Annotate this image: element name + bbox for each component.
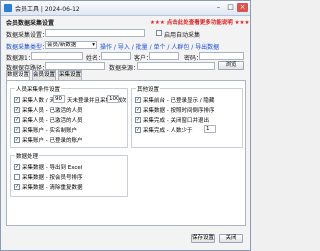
- option-sort-time-checkbox[interactable]: ✓: [135, 106, 141, 113]
- option-realname-label: 采集账户 - 实名制账户: [22, 128, 77, 134]
- option-dedupe-label: 采集数据 - 清除重复数据: [22, 185, 83, 191]
- option-active-1-checkbox[interactable]: ✓: [14, 106, 20, 113]
- data-source-label: 数据来源：: [109, 65, 140, 72]
- person-conditions-group: 人员采集条件设置 ✓ 采集人数 / 天数 90 天未登录并且采集次数 100 次 …: [10, 85, 128, 148]
- data-source-input[interactable]: [137, 62, 215, 70]
- times-input[interactable]: 100: [107, 95, 119, 103]
- option-show-hide-label: 采集前台 - 已登录显示 / 隐藏: [143, 98, 215, 104]
- auto-collect-checkbox[interactable]: [156, 30, 162, 36]
- close-button[interactable]: 关闭: [219, 234, 243, 243]
- auto-collect-label: 启用自动采集: [164, 32, 201, 39]
- option-dedupe[interactable]: ✓ 采集数据 - 清除重复数据: [14, 183, 82, 191]
- app-window: 会员工具 | 2024-06-12 – □ × 会员数据采集设置 ★★★ 点击此…: [0, 0, 251, 251]
- option-days-checkbox[interactable]: ✓: [14, 96, 20, 103]
- person-conditions-title: 人员采集条件设置: [15, 85, 62, 93]
- app-icon: [4, 4, 12, 12]
- chevron-down-icon: ▾: [92, 42, 95, 48]
- tab-member-settings[interactable]: 会员设置: [32, 70, 56, 80]
- collect-setting-input[interactable]: [45, 29, 145, 37]
- data-processing-title: 数据处理: [15, 152, 40, 160]
- option-active-1[interactable]: ✓ 采集人员 - 已激活的人员: [14, 106, 82, 114]
- source1-input[interactable]: [31, 52, 83, 60]
- option-logged-label: 采集账户 - 已登录的账户: [22, 138, 83, 144]
- other-settings-title: 其他设置: [136, 85, 161, 93]
- collect-type-select[interactable]: 会员/新数据 ▾: [45, 41, 97, 49]
- times-suffix: 次: [121, 98, 127, 104]
- option-close-exit-checkbox[interactable]: ✓: [135, 116, 141, 123]
- option-sort-member-label: 采集数据 - 按会员号排序: [22, 175, 83, 181]
- option-active-2-checkbox[interactable]: ✓: [14, 116, 20, 123]
- collect-type-value: 会员/新数据: [47, 42, 77, 48]
- option-close-exit-label: 采集完成 - 关闭窗口并退出: [143, 118, 209, 124]
- client-input[interactable]: [149, 52, 179, 60]
- option-dedupe-checkbox[interactable]: ✓: [14, 183, 20, 190]
- min-count-input[interactable]: 1: [204, 125, 216, 133]
- save-path-input[interactable]: [45, 62, 105, 70]
- option-show-hide-checkbox[interactable]: ✓: [135, 96, 141, 103]
- option-active-2-label: 采集人员 - 已激活的人员: [22, 118, 83, 124]
- option-active-2[interactable]: ✓ 采集人员 - 已激活的人员: [14, 116, 82, 124]
- window-title: 会员工具 | 2024-06-12: [15, 6, 80, 13]
- option-export-checkbox[interactable]: ✓: [14, 163, 20, 170]
- option-realname-checkbox[interactable]: ✓: [14, 126, 20, 133]
- option-sort-time[interactable]: ✓ 采集数据 - 按照时间倒序排序: [135, 106, 214, 114]
- tab-panel: 人员采集条件设置 ✓ 采集人数 / 天数 90 天未登录并且采集次数 100 次 …: [6, 80, 246, 226]
- option-sort-member-checkbox[interactable]: [14, 173, 20, 180]
- title-bar: 会员工具 | 2024-06-12 – □ ×: [1, 1, 250, 16]
- source1-label: 数据源1：: [6, 55, 34, 62]
- collect-type-label: 数据采集类型：: [6, 44, 49, 51]
- option-sort-member[interactable]: 采集数据 - 按会员号排序: [14, 173, 82, 181]
- option-export[interactable]: ✓ 采集数据 - 导出到 Excel: [14, 163, 82, 171]
- option-close-exit[interactable]: ✓ 采集完成 - 关闭窗口并退出: [135, 116, 209, 124]
- option-min-count-checkbox[interactable]: ✓: [135, 126, 141, 133]
- option-sort-time-label: 采集数据 - 按照时间倒序排序: [143, 108, 215, 114]
- password-input[interactable]: [199, 52, 244, 60]
- close-icon[interactable]: ×: [237, 3, 248, 12]
- collect-type-links[interactable]: 操作 / 导入 / 批量 / 单个 / 人群包 / 导出数据: [100, 42, 219, 51]
- browse-button[interactable]: 浏览: [218, 61, 244, 70]
- name-input[interactable]: [101, 52, 131, 60]
- maximize-icon[interactable]: □: [225, 3, 236, 12]
- option-active-1-label: 采集人员 - 已激活的人员: [22, 108, 83, 114]
- option-show-hide[interactable]: ✓ 采集前台 - 已登录显示 / 隐藏: [135, 96, 214, 104]
- save-settings-button[interactable]: 保存设置: [191, 234, 215, 243]
- collect-setting-label: 数据采集设置：: [6, 32, 49, 39]
- option-export-label: 采集数据 - 导出到 Excel: [22, 165, 83, 171]
- other-settings-group: 其他设置 ✓ 采集前台 - 已登录显示 / 隐藏 ✓ 采集数据 - 按照时间倒序排序…: [131, 85, 243, 148]
- days-input[interactable]: 90: [53, 95, 65, 103]
- option-realname[interactable]: ✓ 采集账户 - 实名制账户: [14, 126, 77, 134]
- minimize-icon[interactable]: –: [213, 3, 224, 12]
- data-processing-group: 数据处理 ✓ 采集数据 - 导出到 Excel 采集数据 - 按会员号排序 ✓ 采集…: [10, 152, 128, 197]
- tab-collect-settings[interactable]: 采集设置: [58, 70, 82, 80]
- option-min-count-label: 采集完成 - 人数少于: [143, 128, 193, 134]
- option-logged-checkbox[interactable]: ✓: [14, 136, 20, 143]
- option-min-count[interactable]: ✓ 采集完成 - 人数少于: [135, 126, 192, 134]
- help-banner-link[interactable]: ★★★ 点击此处查看更多功能说明 ★★★: [150, 18, 249, 26]
- group-title: 会员数据采集设置: [6, 20, 55, 27]
- option-logged[interactable]: ✓ 采集账户 - 已登录的账户: [14, 136, 82, 144]
